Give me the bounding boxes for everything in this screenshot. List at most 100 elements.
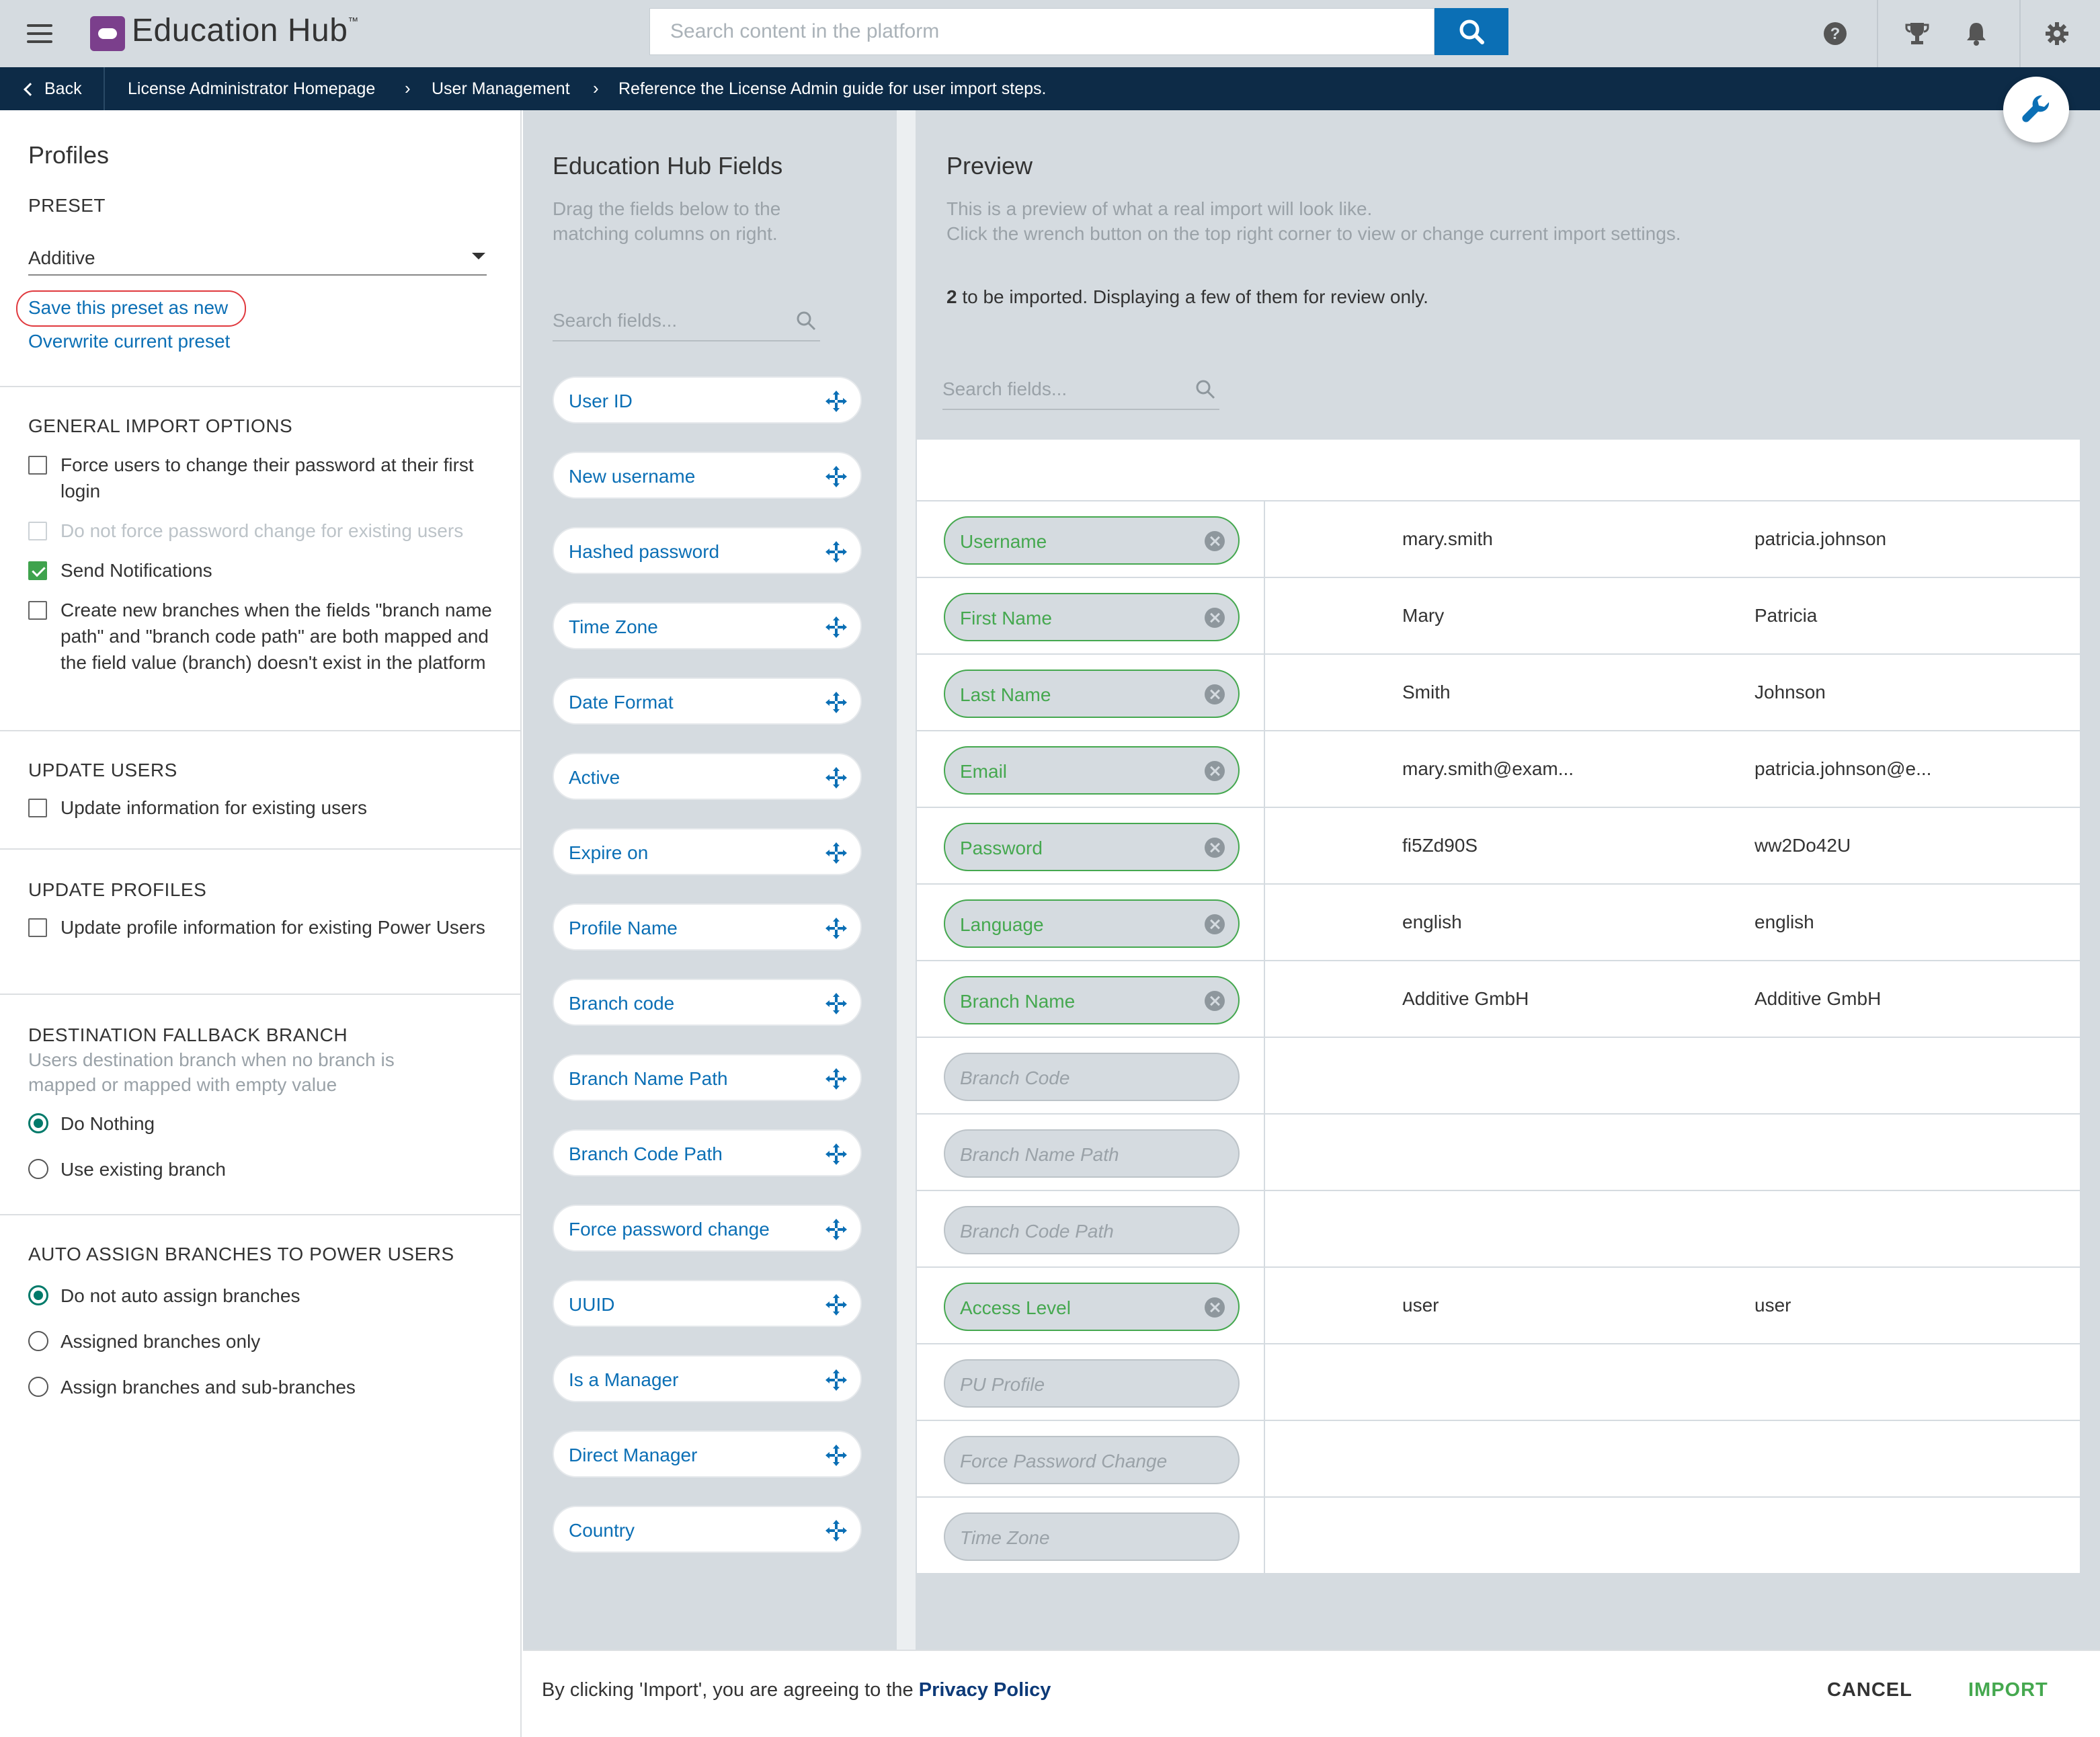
option-update-profiles[interactable]: Update profile information for existing …: [28, 914, 499, 940]
option-send-notifications[interactable]: Send Notifications: [28, 557, 499, 583]
field-pill[interactable]: Expire on: [553, 828, 862, 875]
mapped-field-pill[interactable]: Username: [944, 516, 1240, 565]
save-preset-as-new-link[interactable]: Save this preset as new: [28, 297, 228, 319]
drag-move-icon[interactable]: [824, 540, 848, 564]
drag-move-icon[interactable]: [824, 690, 848, 715]
drag-move-icon[interactable]: [824, 841, 848, 865]
field-pill-label: Branch code: [569, 993, 675, 1014]
preset-select[interactable]: Additive: [28, 239, 487, 276]
remove-mapping-icon[interactable]: [1205, 608, 1225, 628]
remove-mapping-icon[interactable]: [1205, 761, 1225, 781]
remove-mapping-icon[interactable]: [1205, 531, 1225, 551]
settings-wrench-button[interactable]: [2003, 77, 2069, 143]
remove-mapping-icon[interactable]: [1205, 991, 1225, 1011]
checkbox[interactable]: [28, 918, 47, 937]
privacy-policy-link[interactable]: Privacy Policy: [919, 1679, 1051, 1701]
preview-value-cell: Additive GmbH: [1402, 988, 1529, 1009]
radio-selected[interactable]: [28, 1113, 48, 1133]
radio-selected[interactable]: [28, 1285, 48, 1305]
remove-mapping-icon[interactable]: [1205, 684, 1225, 704]
remove-mapping-icon[interactable]: [1205, 1297, 1225, 1318]
option-create-branches[interactable]: Create new branches when the fields "bra…: [28, 597, 499, 676]
unmapped-field-slot[interactable]: Branch Name Path: [944, 1129, 1240, 1178]
radio-use-existing-branch[interactable]: Use existing branch: [28, 1156, 499, 1182]
mapped-field-pill[interactable]: Email: [944, 746, 1240, 795]
field-pill[interactable]: Branch Code Path: [553, 1129, 862, 1176]
radio-do-nothing[interactable]: Do Nothing: [28, 1110, 499, 1137]
checkbox-checked[interactable]: [28, 561, 47, 580]
field-pill[interactable]: Date Format: [553, 678, 862, 725]
help-icon[interactable]: ?: [1819, 17, 1851, 50]
field-pill[interactable]: Country: [553, 1506, 862, 1553]
overwrite-preset-link[interactable]: Overwrite current preset: [28, 331, 230, 352]
unmapped-field-slot[interactable]: PU Profile: [944, 1359, 1240, 1408]
checkbox[interactable]: [28, 456, 47, 475]
mapped-field-pill[interactable]: Branch Name: [944, 976, 1240, 1024]
field-pill[interactable]: User ID: [553, 376, 862, 423]
field-pill[interactable]: Force password change: [553, 1205, 862, 1252]
radio-assigned-only[interactable]: Assigned branches only: [28, 1328, 499, 1355]
option-force-password-change[interactable]: Force users to change their password at …: [28, 452, 499, 504]
global-search-input[interactable]: [650, 9, 1434, 54]
drag-move-icon[interactable]: [824, 1217, 848, 1242]
drag-move-icon[interactable]: [824, 615, 848, 639]
breadcrumb-item-user-management[interactable]: User Management: [432, 79, 570, 99]
drag-move-icon[interactable]: [824, 464, 848, 489]
mapped-field-pill[interactable]: Access Level: [944, 1283, 1240, 1331]
remove-mapping-icon[interactable]: [1205, 914, 1225, 934]
field-pill[interactable]: Profile Name: [553, 903, 862, 951]
option-update-users[interactable]: Update information for existing users: [28, 795, 499, 821]
breadcrumb-item-homepage[interactable]: License Administrator Homepage: [128, 79, 375, 99]
checkbox[interactable]: [28, 601, 47, 620]
drag-move-icon[interactable]: [824, 1067, 848, 1091]
preview-search-input[interactable]: [942, 372, 1171, 406]
import-button[interactable]: IMPORT: [1968, 1679, 2048, 1701]
field-pill-label: Branch Code Path: [569, 1143, 723, 1164]
drag-move-icon[interactable]: [824, 916, 848, 940]
field-pill[interactable]: Time Zone: [553, 602, 862, 649]
radio-no-auto-assign[interactable]: Do not auto assign branches: [28, 1283, 499, 1309]
bell-icon[interactable]: [1960, 17, 1992, 50]
remove-mapping-icon[interactable]: [1205, 838, 1225, 858]
drag-move-icon[interactable]: [824, 1443, 848, 1467]
unmapped-field-slot[interactable]: Force Password Change: [944, 1436, 1240, 1484]
drag-move-icon[interactable]: [824, 1368, 848, 1392]
drag-move-icon[interactable]: [824, 766, 848, 790]
field-pill[interactable]: New username: [553, 452, 862, 499]
fields-search-input[interactable]: [553, 304, 781, 337]
column-divider: [1264, 1268, 1265, 1344]
table-row: Time Zone: [917, 1496, 2080, 1574]
preview-value-cell: fi5Zd90S: [1402, 835, 1478, 856]
cancel-button[interactable]: CANCEL: [1827, 1679, 1912, 1701]
search-button[interactable]: [1435, 8, 1508, 55]
checkbox[interactable]: [28, 799, 47, 817]
mapped-field-pill[interactable]: First Name: [944, 593, 1240, 641]
radio-assign-sub-branches[interactable]: Assign branches and sub-branches: [28, 1374, 499, 1400]
drag-move-icon[interactable]: [824, 1519, 848, 1543]
drag-move-icon[interactable]: [824, 1142, 848, 1166]
field-pill[interactable]: Hashed password: [553, 527, 862, 574]
field-pill[interactable]: UUID: [553, 1280, 862, 1327]
back-button[interactable]: Back: [24, 79, 82, 99]
drag-move-icon[interactable]: [824, 1293, 848, 1317]
field-pill[interactable]: Is a Manager: [553, 1355, 862, 1402]
trophy-icon[interactable]: [1901, 17, 1933, 50]
radio[interactable]: [28, 1159, 48, 1179]
field-pill[interactable]: Branch code: [553, 979, 862, 1026]
field-pill[interactable]: Active: [553, 753, 862, 800]
field-pill[interactable]: Branch Name Path: [553, 1054, 862, 1101]
mapped-field-pill[interactable]: Language: [944, 899, 1240, 948]
drag-move-icon[interactable]: [824, 992, 848, 1016]
radio[interactable]: [28, 1377, 48, 1397]
gear-icon[interactable]: [2041, 17, 2073, 50]
unmapped-field-slot[interactable]: Time Zone: [944, 1512, 1240, 1561]
field-pill-label: Active: [569, 767, 620, 788]
menu-icon[interactable]: [27, 24, 52, 43]
mapped-field-pill[interactable]: Password: [944, 823, 1240, 871]
mapped-field-pill[interactable]: Last Name: [944, 670, 1240, 718]
drag-move-icon[interactable]: [824, 389, 848, 413]
unmapped-field-slot[interactable]: Branch Code: [944, 1053, 1240, 1101]
radio[interactable]: [28, 1331, 48, 1351]
unmapped-field-slot[interactable]: Branch Code Path: [944, 1206, 1240, 1254]
field-pill[interactable]: Direct Manager: [553, 1430, 862, 1478]
